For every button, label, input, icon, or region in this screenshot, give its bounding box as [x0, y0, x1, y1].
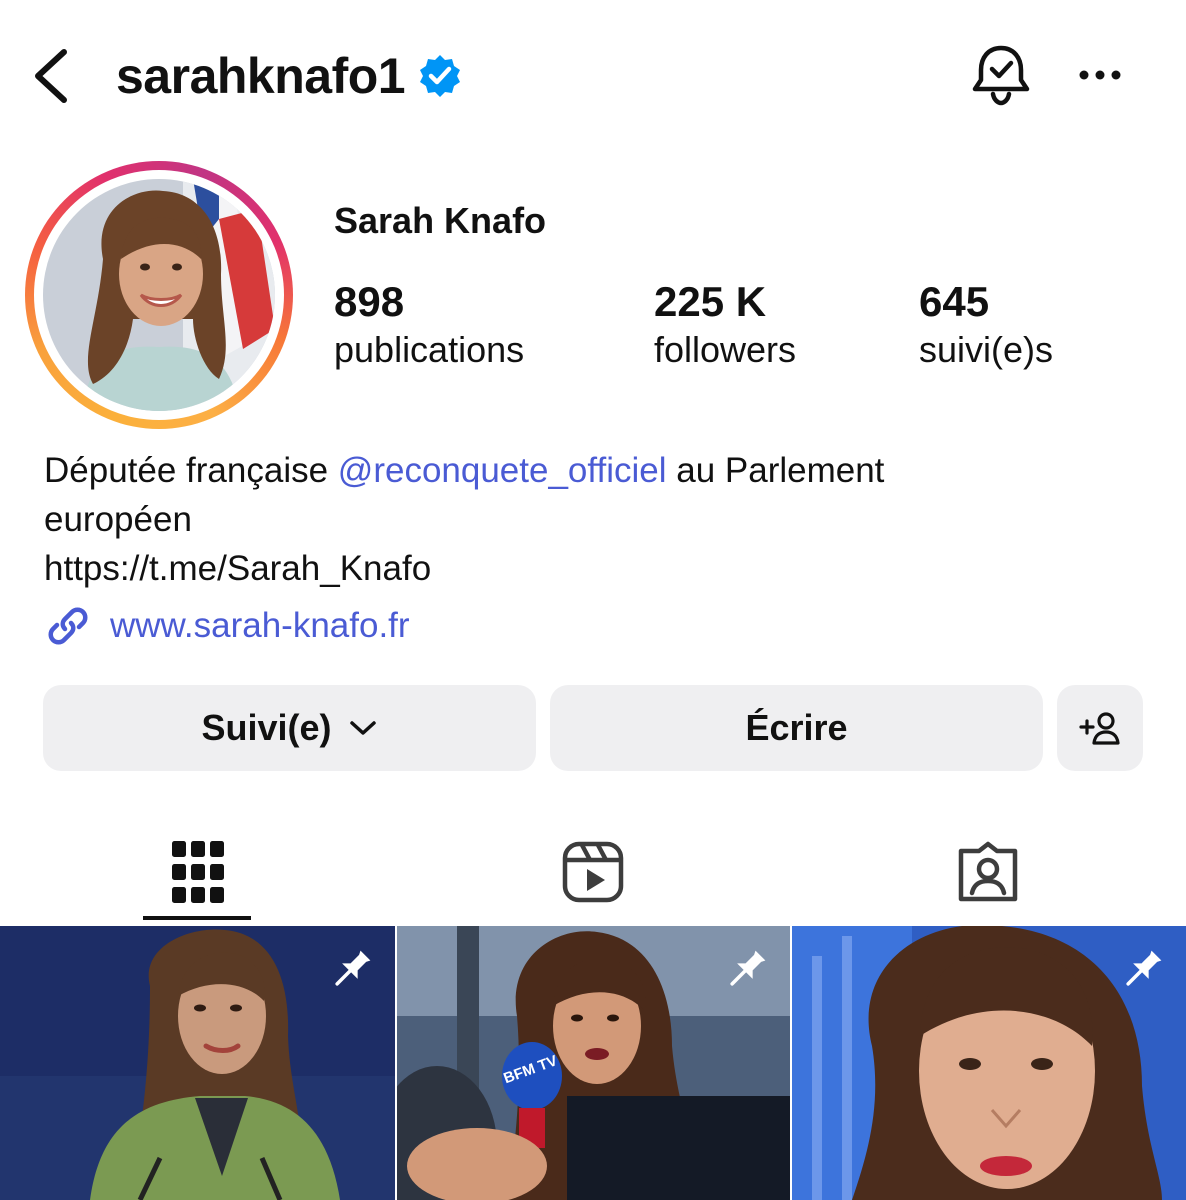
following-stat[interactable]: 645 suivi(e)s [919, 278, 1053, 374]
posts-count: 898 [334, 278, 405, 325]
pinned-icon [1126, 950, 1162, 986]
profile-page: sarahknafo1 Sarah Knafo 898 publications… [0, 0, 1186, 1200]
pinned-icon [335, 950, 371, 986]
bio-line-1: Députée française @reconquete_officiel a… [44, 446, 1004, 544]
tab-tagged[interactable] [790, 820, 1185, 924]
website-link[interactable]: www.sarah-knafo.fr [44, 602, 410, 650]
bio: Députée française @reconquete_officiel a… [44, 446, 1144, 593]
verified-badge-icon [420, 55, 461, 97]
link-icon [48, 607, 88, 645]
message-button[interactable]: Écrire [550, 685, 1043, 771]
story-ring[interactable] [25, 161, 293, 429]
grid-icon [171, 841, 224, 903]
bio-text-before: Députée française [44, 451, 338, 490]
username: sarahknafo1 [116, 48, 406, 104]
followers-count: 225 K [654, 278, 767, 325]
website-url: www.sarah-knafo.fr [110, 606, 410, 645]
tab-reels[interactable] [395, 820, 790, 924]
post-thumbnail[interactable] [0, 926, 395, 1200]
posts-grid: BFM TV [0, 926, 1186, 1200]
posts-label: publications [334, 329, 525, 370]
add-person-icon [1079, 712, 1120, 745]
top-bar: sarahknafo1 [0, 0, 1186, 150]
following-button-label: Suivi(e) [201, 707, 332, 748]
username-header: sarahknafo1 [116, 44, 463, 108]
followers-stat[interactable]: 225 K followers [654, 278, 796, 374]
message-button-label: Écrire [745, 707, 848, 748]
following-label: suivi(e)s [919, 329, 1054, 370]
notifications-button[interactable] [968, 42, 1034, 108]
ellipsis-icon [1079, 70, 1121, 80]
posts-stat[interactable]: 898 publications [334, 278, 524, 374]
post-thumbnail[interactable] [792, 926, 1186, 1200]
active-tab-indicator [143, 916, 251, 920]
display-name: Sarah Knafo [334, 200, 547, 241]
post-thumbnail[interactable]: BFM TV [397, 926, 790, 1200]
back-button[interactable] [30, 46, 74, 106]
bio-line-2: https://t.me/Sarah_Knafo [44, 549, 432, 588]
tagged-icon [958, 841, 1017, 902]
followers-label: followers [654, 329, 797, 370]
mention-link[interactable]: @reconquete_officiel [338, 451, 667, 490]
profile-tabs [0, 820, 1186, 924]
suggested-users-button[interactable] [1057, 685, 1143, 771]
following-count: 645 [919, 278, 990, 325]
pinned-icon [730, 950, 766, 986]
avatar[interactable] [43, 179, 275, 411]
bell-check-icon [972, 45, 1030, 106]
reels-icon [562, 841, 623, 903]
chevron-left-icon [35, 49, 67, 103]
following-button[interactable]: Suivi(e) [43, 685, 536, 771]
chevron-down-icon [349, 721, 376, 735]
more-options-button[interactable] [1072, 55, 1128, 95]
tab-posts-grid[interactable] [0, 820, 395, 924]
